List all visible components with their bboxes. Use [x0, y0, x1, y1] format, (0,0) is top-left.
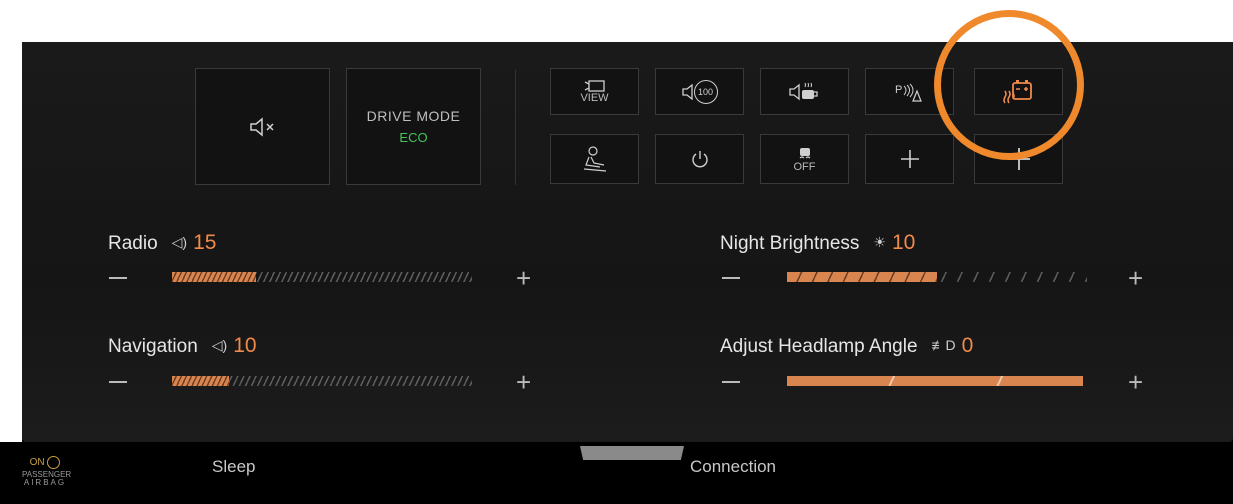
slider-fill [787, 272, 937, 282]
camera-icon [584, 80, 605, 92]
seat-icon [583, 146, 606, 172]
divider [515, 70, 516, 185]
night-brightness-label-row: Night Brightness ☀ 10 [720, 231, 915, 255]
esc-icon [799, 147, 810, 158]
radio-label: Radio [108, 233, 158, 254]
night-brightness-slider[interactable] [787, 272, 1087, 282]
navigation-value: 10 [233, 334, 257, 357]
night-brightness-label: Night Brightness [720, 233, 860, 254]
brightness-icon: ☀ [873, 234, 886, 250]
power-icon [691, 151, 708, 168]
radio-value: 15 [193, 231, 217, 254]
radio-increase-button[interactable]: + [516, 265, 531, 291]
highlight-circle [934, 10, 1084, 160]
slider-fill [172, 272, 256, 282]
speed-limit-sound-button[interactable]: 100 [655, 68, 744, 115]
speaker-coffee-icon [788, 82, 818, 100]
panel-drag-handle[interactable] [580, 446, 684, 460]
airbag-icon [47, 456, 61, 469]
radio-decrease-button[interactable] [109, 277, 127, 279]
plus-icon [900, 150, 919, 168]
headlamp-increase-button[interactable]: + [1128, 369, 1143, 395]
parking-sensor-icon: P [895, 83, 922, 102]
headlamp-angle-label-row: Adjust Headlamp Angle ≢D 0 [720, 334, 973, 358]
camera-view-button[interactable]: VIEW [550, 68, 639, 115]
drive-mode-button[interactable]: DRIVE MODE ECO [346, 68, 481, 185]
esc-off-button[interactable]: OFF [760, 134, 849, 184]
radio-volume-label-row: Radio ◁) 15 [108, 231, 216, 255]
brightness-increase-button[interactable]: + [1128, 265, 1143, 291]
headlamp-angle-value: 0 [961, 334, 974, 357]
speaker-icon: ◁) [211, 337, 228, 353]
slider-fill [787, 376, 1083, 386]
mute-button[interactable] [195, 68, 330, 185]
view-label: VIEW [580, 92, 609, 104]
drive-mode-title: DRIVE MODE [366, 108, 461, 124]
navigation-volume-slider[interactable] [172, 376, 472, 386]
screenshot-border-left [0, 42, 22, 442]
bottom-item-connection[interactable]: Connection [690, 457, 776, 477]
power-button[interactable] [655, 134, 744, 184]
speaker-icon: ◁) [171, 234, 188, 250]
navigation-increase-button[interactable]: + [516, 369, 531, 395]
esc-off-label: OFF [793, 160, 816, 173]
bottom-item-sleep[interactable]: Sleep [212, 457, 255, 477]
night-brightness-value: 10 [891, 231, 916, 254]
navigation-decrease-button[interactable] [109, 381, 127, 383]
navigation-label: Navigation [108, 336, 198, 357]
svg-text:P: P [895, 84, 902, 96]
drive-mode-value: ECO [399, 130, 428, 145]
headlamp-angle-label: Adjust Headlamp Angle [720, 336, 918, 357]
speaker-mute-icon [249, 116, 274, 137]
slider-fill [172, 376, 229, 386]
headlamp-decrease-button[interactable] [722, 381, 740, 383]
navigation-volume-label-row: Navigation ◁) 10 [108, 334, 257, 358]
brightness-decrease-button[interactable] [722, 277, 740, 279]
headlamp-angle-slider[interactable] [787, 376, 1083, 386]
add-shortcut-button-1[interactable] [865, 134, 954, 184]
radio-volume-slider[interactable] [172, 272, 472, 282]
passenger-airbag-indicator: ON PASSENGER AIRBAG [22, 456, 72, 487]
headlamp-icon: ≢D [931, 337, 956, 353]
seat-button[interactable] [550, 134, 639, 184]
driver-alert-sound-button[interactable] [760, 68, 849, 115]
speed-limit-icon: 100 [693, 79, 718, 104]
